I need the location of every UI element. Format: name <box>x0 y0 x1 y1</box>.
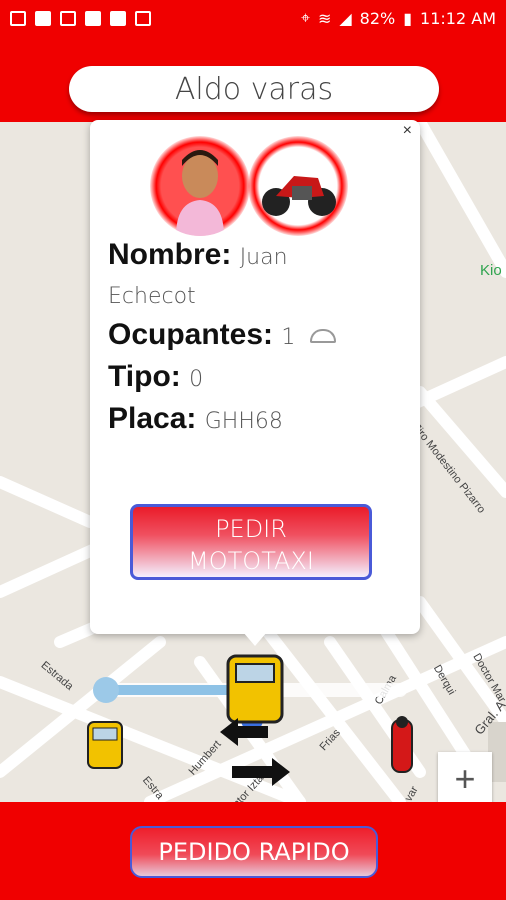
user-name-field[interactable]: Aldo varas <box>69 66 439 112</box>
placa-value: GHH68 <box>204 409 283 434</box>
close-icon[interactable]: × <box>403 122 412 140</box>
battery-icon: ▮ <box>403 8 413 28</box>
driver-info-card: × Nombre: Juan Echecot Ocupantes: 1 Tipo… <box>90 120 420 634</box>
pedir-button-line2: MOTOTAXI <box>188 547 314 575</box>
switch-arrows-icon[interactable] <box>220 718 290 786</box>
lock-icon <box>60 10 76 26</box>
driver-name-row: Nombre: Juan <box>108 238 288 272</box>
motorcycle-marker[interactable] <box>391 716 413 773</box>
nombre-value: Juan <box>239 245 288 270</box>
download-icon <box>10 10 26 26</box>
signal-icon: ◢ <box>339 8 352 28</box>
pedir-button-line1: PEDIR <box>215 515 287 543</box>
nombre-label: Nombre: <box>108 238 232 271</box>
clock: 11:12 AM <box>420 8 496 28</box>
tipo-value: 0 <box>189 367 204 392</box>
nombre-value-continued: Echecot <box>108 284 196 309</box>
mototaxi-marker[interactable] <box>226 654 284 724</box>
ocupantes-value: 1 <box>281 325 296 350</box>
gallery-icon <box>85 10 101 26</box>
app-notification-icon <box>135 10 151 26</box>
vehicle-photo <box>248 136 348 236</box>
tipo-label: Tipo: <box>108 360 181 393</box>
mototaxi-marker[interactable] <box>87 721 123 769</box>
zoom-in-button[interactable]: + <box>438 752 492 806</box>
battery-percent: 82% <box>359 8 396 28</box>
placa-label: Placa: <box>108 402 197 435</box>
ocupantes-label: Ocupantes: <box>108 318 274 351</box>
gmail-icon <box>35 10 51 26</box>
type-row: Tipo: 0 <box>108 360 203 394</box>
plate-row: Placa: GHH68 <box>108 402 283 436</box>
app-header: Aldo varas <box>0 36 506 122</box>
status-bar: ⌖ ≋ ◢ 82% ▮ 11:12 AM <box>0 0 506 36</box>
location-icon: ⌖ <box>300 8 310 27</box>
clapper-icon <box>110 10 126 26</box>
card-pointer <box>243 632 267 646</box>
pedido-rapido-button[interactable]: PEDIDO RAPIDO <box>130 826 378 878</box>
bottom-bar: PEDIDO RAPIDO <box>0 802 506 900</box>
driver-avatar <box>150 136 250 236</box>
occupants-row: Ocupantes: 1 <box>108 318 336 352</box>
wifi-icon: ≋ <box>317 8 332 28</box>
helmet-icon <box>309 329 336 344</box>
pedir-mototaxi-button[interactable]: PEDIR MOTOTAXI <box>130 504 372 580</box>
